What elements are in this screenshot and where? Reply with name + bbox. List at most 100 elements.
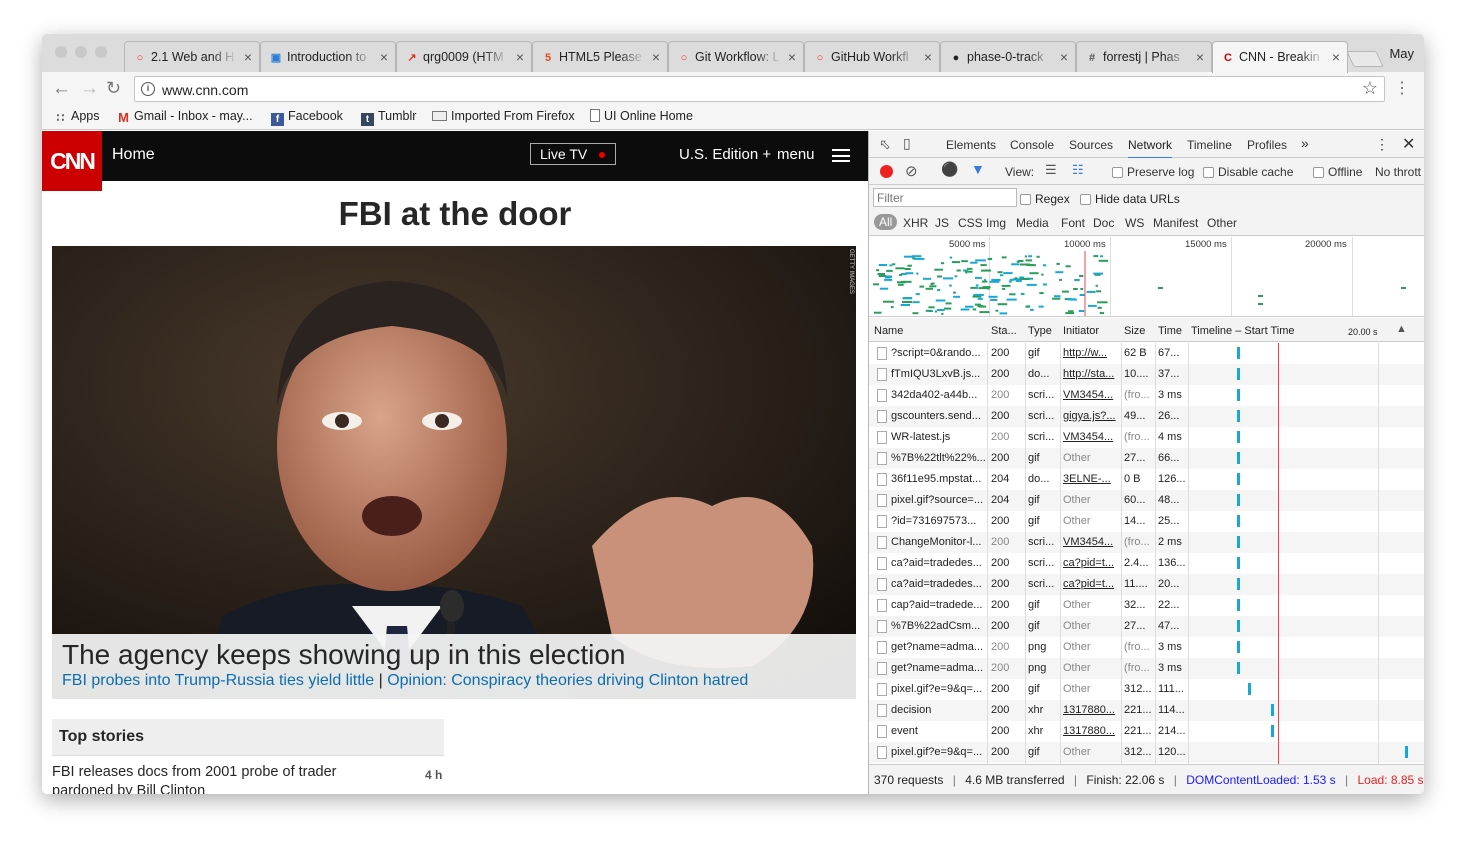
request-row[interactable]: %7B%22adCsm... 200 gif Other 27... 47... [869, 616, 1424, 637]
large-rows-icon[interactable]: ☰ [1045, 162, 1057, 178]
close-tab-icon[interactable]: × [1196, 49, 1204, 65]
browser-tab[interactable]: ○ 2.1 Web and H × [124, 41, 260, 72]
request-row[interactable]: ChangeMonitor-l... 200 scri... VM3454... (fr… [869, 532, 1424, 553]
disable-cache-checkbox[interactable] [1203, 167, 1214, 178]
address-bar[interactable]: i www.cnn.com ☆ [134, 76, 1385, 102]
request-row[interactable]: cap?aid=tradede... 200 gif Other 32... 22... [869, 595, 1424, 616]
request-row[interactable]: get?name=adma... 200 png Other (fro... 3 ms [869, 637, 1424, 658]
col-time[interactable]: Time [1158, 325, 1182, 337]
close-tab-icon[interactable]: × [1060, 49, 1068, 65]
disable-cache-option[interactable]: Disable cache [1203, 165, 1293, 179]
zoom-window-button[interactable] [95, 46, 107, 58]
browser-tab[interactable]: C CNN - Breakin × [1212, 41, 1348, 73]
bookmark-star-icon[interactable]: ☆ [1362, 78, 1378, 99]
info-icon[interactable]: i [141, 82, 155, 96]
request-row[interactable]: pixel.gif?e=9&q=... 200 gif Other 312... 120.… [869, 742, 1424, 763]
hide-data-urls-option[interactable]: Hide data URLs [1080, 192, 1180, 206]
overview-icon[interactable]: ☷ [1072, 162, 1084, 178]
cell-initiator[interactable]: ca?pid=t... [1063, 578, 1121, 590]
browser-tab[interactable]: ○ GitHub Workfl × [804, 41, 940, 72]
close-tab-icon[interactable]: × [244, 49, 252, 65]
filter-icon[interactable]: ▼ [971, 161, 985, 177]
request-row[interactable]: ?script=0&rando... 200 gif http://w... 62 B 6… [869, 343, 1424, 364]
menu-link[interactable]: menu [777, 146, 815, 163]
col-size[interactable]: Size [1124, 325, 1145, 337]
back-arrow-icon[interactable]: ← [52, 78, 71, 100]
type-filter-other[interactable]: Other [1207, 216, 1237, 230]
close-tab-icon[interactable]: × [516, 49, 524, 65]
devtools-tab-profiles[interactable]: Profiles [1247, 138, 1287, 152]
offline-checkbox[interactable] [1313, 167, 1324, 178]
caption-headline[interactable]: The agency keeps showing up in this elec… [62, 638, 846, 672]
preserve-log-checkbox[interactable] [1112, 167, 1123, 178]
network-overview[interactable]: 5000 ms 10000 ms 15000 ms 20000 ms [869, 237, 1424, 317]
devtools-menu-icon[interactable]: ⋮ [1375, 136, 1389, 153]
type-filter-doc[interactable]: Doc [1093, 216, 1114, 230]
devtools-tab-timeline[interactable]: Timeline [1187, 138, 1232, 152]
col-name[interactable]: Name [874, 325, 903, 337]
type-filter-media[interactable]: Media [1016, 216, 1049, 230]
col-initiator[interactable]: Initiator [1063, 325, 1099, 337]
bookmark-apps[interactable]: ∷ Apps [54, 109, 100, 125]
clear-icon[interactable]: ⊘ [905, 162, 918, 180]
story-link-opinion[interactable]: Opinion: Conspiracy theories driving Cli… [387, 672, 748, 689]
new-tab-button[interactable] [1346, 51, 1384, 67]
bookmark-imported-folder[interactable]: Imported From Firefox [432, 109, 575, 123]
top-story-link[interactable]: FBI releases docs from 2001 probe of tra… [52, 763, 362, 794]
request-row[interactable]: event 200 xhr 1317880... 221... 214... [869, 721, 1424, 742]
type-filter-manifest[interactable]: Manifest [1153, 216, 1198, 230]
cell-initiator[interactable]: 1317880... [1063, 725, 1121, 737]
browser-tab[interactable]: 5 HTML5 Please × [532, 41, 668, 72]
bookmark-facebook[interactable]: f Facebook [271, 109, 343, 126]
bookmark-ui-online-home[interactable]: UI Online Home [590, 109, 693, 123]
request-row[interactable]: WR-latest.js 200 scri... VM3454... (fro... 4 … [869, 427, 1424, 448]
request-row[interactable]: pixel.gif?source=... 204 gif Other 60... 48..… [869, 490, 1424, 511]
close-tab-icon[interactable]: × [652, 49, 660, 65]
cell-initiator[interactable]: VM3454... [1063, 389, 1121, 401]
regex-option[interactable]: Regex [1020, 192, 1070, 206]
browser-menu-icon[interactable]: ⋮ [1394, 78, 1410, 98]
hamburger-menu-icon[interactable] [832, 149, 850, 162]
cnn-logo[interactable]: CNN [42, 131, 102, 191]
inspect-element-icon[interactable]: ⬁ [879, 136, 891, 153]
type-filter-css[interactable]: CSS [958, 216, 983, 230]
close-tab-icon[interactable]: × [788, 49, 796, 65]
record-icon[interactable] [880, 165, 893, 178]
close-tab-icon[interactable]: × [380, 49, 388, 65]
bookmark-gmail[interactable]: M Gmail - Inbox - may... [117, 109, 252, 124]
request-row[interactable]: fTmIQU3LxvB.js... 200 do... http://sta... 10… [869, 364, 1424, 385]
close-window-button[interactable] [55, 46, 67, 58]
url-text[interactable]: www.cnn.com [162, 82, 248, 98]
bookmark-tumblr[interactable]: t Tumblr [361, 109, 416, 126]
profile-button[interactable]: May [1389, 46, 1414, 61]
lead-photo[interactable] [52, 246, 856, 699]
close-tab-icon[interactable]: × [1332, 49, 1340, 65]
device-toolbar-icon[interactable]: ▯ [903, 135, 911, 152]
close-tab-icon[interactable]: × [924, 49, 932, 65]
regex-checkbox[interactable] [1020, 194, 1031, 205]
throttling-select[interactable]: No thrott [1375, 165, 1421, 179]
type-filter-all[interactable]: All [874, 214, 898, 230]
col-status[interactable]: Sta... [991, 325, 1017, 337]
request-row[interactable]: ca?aid=tradedes... 200 scri... ca?pid=t... 1… [869, 574, 1424, 595]
request-row[interactable]: %7B%22tlt%22%... 200 gif Other 27... 66... [869, 448, 1424, 469]
devtools-tab-elements[interactable]: Elements [946, 138, 996, 152]
hide-data-urls-checkbox[interactable] [1080, 194, 1091, 205]
cell-initiator[interactable]: 1317880... [1063, 704, 1121, 716]
edition-selector[interactable]: U.S. Edition + [679, 146, 771, 163]
request-row[interactable]: ?id=731697573... 200 gif Other 14... 25... [869, 511, 1424, 532]
filter-input[interactable] [873, 188, 1017, 207]
live-tv-button[interactable]: Live TV [530, 143, 616, 165]
browser-tab[interactable]: ▣ Introduction to × [260, 41, 396, 72]
type-filter-img[interactable]: Img [986, 216, 1006, 230]
minimize-window-button[interactable] [75, 46, 87, 58]
request-row[interactable]: gscounters.send... 200 scri... gigya.js?...… [869, 406, 1424, 427]
forward-arrow-icon[interactable]: → [80, 78, 99, 100]
col-timeline[interactable]: Timeline – Start Time [1191, 325, 1295, 337]
cell-initiator[interactable]: VM3454... [1063, 431, 1121, 443]
request-row[interactable]: ca?aid=tradedes... 200 scri... ca?pid=t... 2… [869, 553, 1424, 574]
nav-home-link[interactable]: Home [112, 146, 155, 164]
browser-tab[interactable]: ○ Git Workflow: L × [668, 41, 804, 72]
devtools-tab-sources[interactable]: Sources [1069, 138, 1113, 152]
preserve-log-option[interactable]: Preserve log [1112, 165, 1194, 179]
